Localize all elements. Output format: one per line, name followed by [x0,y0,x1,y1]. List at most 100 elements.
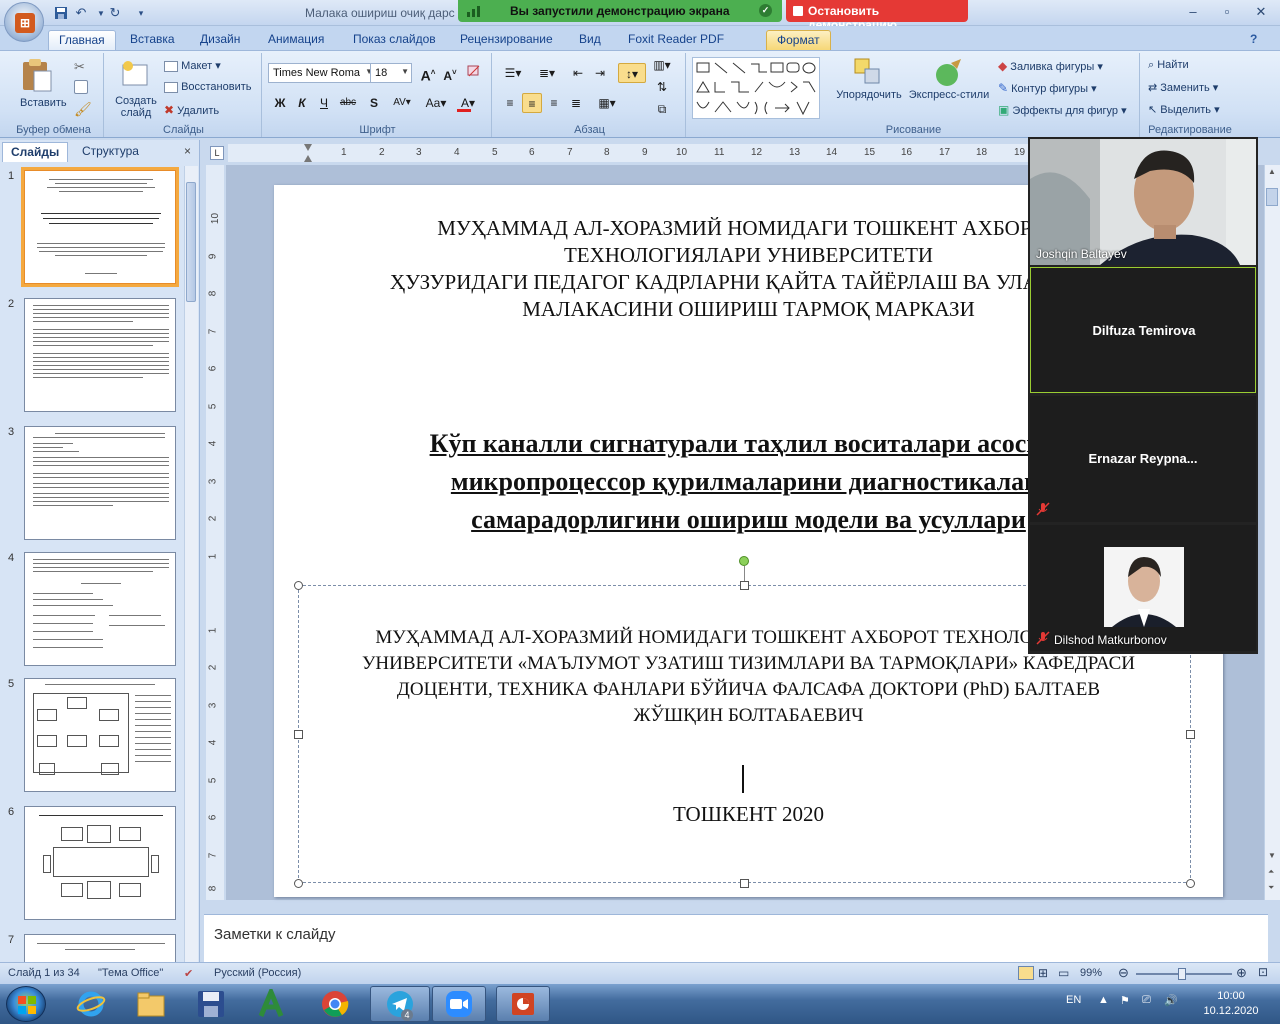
line-spacing-icon[interactable]: ↕▾ [618,63,646,83]
scroll-down-icon[interactable]: ▼ [1268,851,1276,860]
numbering-icon[interactable]: ≣▾ [534,63,560,83]
keyboard-language[interactable]: EN [1066,994,1081,1006]
text-direction-icon[interactable]: ⇅ [650,77,674,97]
paste-button[interactable]: Вставить [10,57,67,117]
spellcheck-icon[interactable]: ✔ [184,967,193,980]
scroll-up-icon[interactable]: ▲ [1268,167,1276,176]
slide-scroll-thumb[interactable] [1266,188,1278,206]
resize-handle[interactable] [1186,730,1195,739]
slideshow-view-icon[interactable]: ▭ [1058,966,1069,980]
slide-thumb-3[interactable]: 3 [0,426,184,544]
justify-icon[interactable]: ≣ [566,93,586,113]
align-right-icon[interactable]: ≡ [544,93,564,113]
find-button[interactable]: ⌕ Найти [1148,59,1189,72]
help-icon[interactable]: ? [1240,30,1267,50]
reset-button[interactable]: Восстановить [164,81,252,93]
change-case-icon[interactable]: Aa▾ [422,93,450,113]
resize-handle[interactable] [740,581,749,590]
align-left-icon[interactable]: ≡ [500,93,520,113]
tab-stop-selector[interactable]: L [210,146,224,160]
notes-pane[interactable]: Заметки к слайду [204,914,1268,962]
format-painter-icon[interactable]: 🖌 [74,101,92,119]
tab-review[interactable]: Рецензирование [450,30,563,50]
save-floppy-icon[interactable] [184,986,238,1022]
save-icon[interactable] [52,4,70,22]
font-color-icon[interactable]: A ▾ [454,93,482,113]
acrobat-a-icon[interactable] [244,986,298,1022]
resize-handle[interactable] [294,730,303,739]
rotation-handle[interactable] [739,556,749,566]
shapes-gallery[interactable] [692,57,820,119]
zoom-in-icon[interactable]: ⊕ [1236,965,1247,981]
tab-home[interactable]: Главная [48,30,116,50]
slide-thumbnail[interactable] [24,298,176,412]
minimize-button[interactable]: – [1180,3,1206,21]
shrink-font-icon[interactable]: A˅ [440,63,460,83]
slide-thumbnail[interactable] [24,806,176,920]
file-explorer-icon[interactable] [124,986,178,1022]
tab-insert[interactable]: Вставка [120,30,185,50]
align-center-icon[interactable]: ≡ [522,93,542,113]
previous-slide-icon[interactable]: ⏶ [1268,867,1274,877]
participant-tile[interactable]: Ernazar Reypna... [1030,396,1256,522]
language-indicator[interactable]: Русский (Россия) [214,967,301,979]
shape-effects-button[interactable]: ▣ Эффекты для фигур ▾ [998,103,1127,117]
slide-sorter-icon[interactable]: ⊞ [1038,966,1048,980]
decrease-indent-icon[interactable]: ⇤ [568,63,588,83]
increase-indent-icon[interactable]: ⇥ [590,63,610,83]
smartart-icon[interactable]: ⧉ [650,99,674,119]
slide-thumb-5[interactable]: 5 [0,678,184,796]
participant-tile[interactable]: Dilshod Matkurbonov [1030,525,1256,651]
new-slide-button[interactable]: Создать слайд [110,57,162,123]
zoom-slider-knob[interactable] [1178,968,1186,980]
text-columns-icon[interactable]: ▦▾ [594,93,620,113]
close-window-button[interactable]: ✕ [1248,3,1274,21]
tab-foxit-pdf[interactable]: Foxit Reader PDF [618,30,734,50]
slide-thumbnail[interactable] [24,934,176,962]
normal-view-icon[interactable] [1018,966,1034,980]
show-hidden-icons-icon[interactable]: ▲ [1098,994,1109,1006]
telegram-icon[interactable]: 4 [370,986,430,1022]
underline-icon[interactable]: Ч [314,93,334,113]
resize-handle[interactable] [740,879,749,888]
copy-icon[interactable] [74,80,88,94]
redo-icon[interactable]: ↻ [106,4,124,22]
shape-outline-button[interactable]: ✎ Контур фигуры ▾ [998,81,1097,95]
slide-scrollbar[interactable]: ▲ ▼ ⏶ ⏷ [1264,165,1280,900]
internet-explorer-icon[interactable] [64,986,118,1022]
italic-icon[interactable]: К [292,93,312,113]
office-button[interactable]: ⊞ [4,2,44,42]
horizontal-ruler[interactable]: 1 2 3 4 5 6 7 8 9 10 11 12 13 14 15 16 1… [228,144,1028,162]
resize-handle[interactable] [294,581,303,590]
bold-icon[interactable]: Ж [270,93,290,113]
bullets-icon[interactable]: ☰▾ [500,63,526,83]
slide-thumb-1[interactable]: 1 [0,167,184,288]
qat-customize-icon[interactable]: ▾ [132,4,150,22]
slide-thumb-7[interactable]: 7 [0,934,184,962]
hanging-indent-icon[interactable] [304,154,312,162]
participant-tile[interactable]: Joshqin Baltayev [1030,139,1256,265]
resize-handle[interactable] [294,879,303,888]
slide-thumbnail[interactable] [21,167,179,287]
tab-animation[interactable]: Анимация [258,30,334,50]
slide-thumbnail[interactable] [24,552,176,666]
slide-thumb-2[interactable]: 2 [0,298,184,416]
slide-thumbnail[interactable] [24,426,176,540]
zoom-icon[interactable] [432,986,486,1022]
grow-font-icon[interactable]: A˄ [418,63,438,84]
maximize-button[interactable]: ▫ [1214,3,1240,21]
columns-icon[interactable]: ▥▾ [650,55,674,75]
font-size-combo[interactable]: 18 ▼ [370,63,412,83]
system-clock[interactable]: 10:00 10.12.2020 [1196,989,1266,1019]
participant-tile[interactable]: Dilfuza Temirova [1030,267,1256,393]
strikethrough-icon[interactable]: abc [338,93,358,113]
stop-share-button[interactable]: Остановить демонстрацию [786,0,968,32]
powerpoint-icon[interactable] [496,986,550,1022]
char-spacing-icon[interactable]: AV▾ [388,93,416,113]
resize-handle[interactable] [1186,879,1195,888]
panel-scroll-thumb[interactable] [186,182,196,302]
zoom-out-icon[interactable]: ⊖ [1118,965,1129,981]
slide-thumbnail[interactable] [24,678,176,792]
volume-icon[interactable]: 🔊 [1164,994,1178,1007]
zoom-level[interactable]: 99% [1080,967,1102,979]
